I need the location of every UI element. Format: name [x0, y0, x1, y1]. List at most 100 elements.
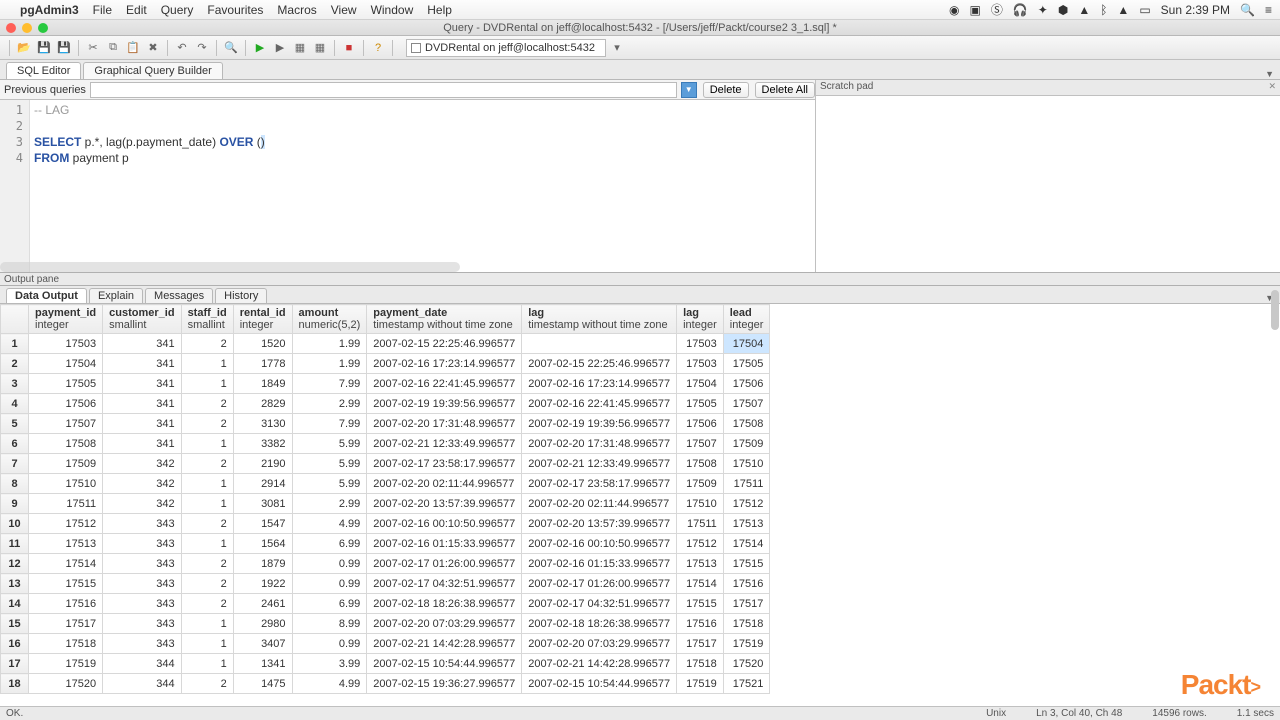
- menu-favourites[interactable]: Favourites: [207, 3, 263, 17]
- grid-cell[interactable]: 5.99: [292, 474, 367, 494]
- zoom-icon[interactable]: [38, 23, 48, 33]
- grid-cell[interactable]: 1922: [233, 574, 292, 594]
- tab-messages[interactable]: Messages: [145, 288, 213, 303]
- grid-cell[interactable]: 17507: [723, 394, 770, 414]
- grid-cell[interactable]: 2: [181, 674, 233, 694]
- grid-cell[interactable]: 7.99: [292, 374, 367, 394]
- grid-cell[interactable]: 1778: [233, 354, 292, 374]
- grid-cell[interactable]: 4.99: [292, 514, 367, 534]
- menu-help[interactable]: Help: [427, 3, 452, 17]
- grid-cell[interactable]: 17506: [29, 394, 103, 414]
- grid-cell[interactable]: [522, 334, 677, 354]
- grid-cell[interactable]: 343: [103, 574, 181, 594]
- undo-button[interactable]: ↶: [173, 39, 191, 57]
- row-header[interactable]: 9: [1, 494, 29, 514]
- execute-button[interactable]: ▶: [251, 39, 269, 57]
- help-button[interactable]: ?: [369, 39, 387, 57]
- column-header[interactable]: payment_idinteger: [29, 305, 103, 334]
- tab-explain[interactable]: Explain: [89, 288, 143, 303]
- grid-cell[interactable]: 343: [103, 634, 181, 654]
- sql-editor[interactable]: 1234 -- LAG SELECT p.*, lag(p.payment_da…: [0, 100, 815, 272]
- grid-cell[interactable]: 341: [103, 414, 181, 434]
- grid-cell[interactable]: 2007-02-17 23:58:17.996577: [522, 474, 677, 494]
- grid-cell[interactable]: 17509: [677, 474, 724, 494]
- grid-cell[interactable]: 1: [181, 434, 233, 454]
- row-header[interactable]: 8: [1, 474, 29, 494]
- row-header[interactable]: 12: [1, 554, 29, 574]
- delete-all-button[interactable]: Delete All: [755, 82, 815, 98]
- explain-analyze-button[interactable]: ▦: [311, 39, 329, 57]
- grid-cell[interactable]: 17504: [677, 374, 724, 394]
- grid-cell[interactable]: 2007-02-16 00:10:50.996577: [522, 534, 677, 554]
- grid-cell[interactable]: 17511: [723, 474, 770, 494]
- grid-cell[interactable]: 2007-02-16 22:41:45.996577: [367, 374, 522, 394]
- grid-cell[interactable]: 1547: [233, 514, 292, 534]
- grid-cell[interactable]: 1: [181, 374, 233, 394]
- grid-cell[interactable]: 2007-02-20 02:11:44.996577: [367, 474, 522, 494]
- grid-cell[interactable]: 2007-02-20 13:57:39.996577: [367, 494, 522, 514]
- grid-cell[interactable]: 3382: [233, 434, 292, 454]
- grid-cell[interactable]: 17512: [723, 494, 770, 514]
- grid-cell[interactable]: 2007-02-16 01:15:33.996577: [367, 534, 522, 554]
- paste-button[interactable]: 📋: [124, 39, 142, 57]
- grid-cell[interactable]: 2: [181, 414, 233, 434]
- row-header[interactable]: 1: [1, 334, 29, 354]
- grid-cell[interactable]: 2007-02-16 00:10:50.996577: [367, 514, 522, 534]
- grid-cell[interactable]: 17519: [677, 674, 724, 694]
- grid-cell[interactable]: 17505: [677, 394, 724, 414]
- row-header[interactable]: 5: [1, 414, 29, 434]
- grid-cell[interactable]: 6.99: [292, 594, 367, 614]
- grid-cell[interactable]: 2007-02-19 19:39:56.996577: [367, 394, 522, 414]
- grid-cell[interactable]: 2007-02-21 12:33:49.996577: [367, 434, 522, 454]
- grid-cell[interactable]: 1475: [233, 674, 292, 694]
- status-wifi-icon[interactable]: ▲: [1117, 3, 1129, 17]
- results-vscroll[interactable]: [1271, 290, 1279, 330]
- grid-cell[interactable]: 17504: [723, 334, 770, 354]
- grid-cell[interactable]: 17518: [29, 634, 103, 654]
- grid-cell[interactable]: 17516: [29, 594, 103, 614]
- grid-cell[interactable]: 2: [181, 574, 233, 594]
- previous-queries-dropdown-icon[interactable]: ▼: [681, 82, 697, 98]
- grid-cell[interactable]: 17510: [29, 474, 103, 494]
- grid-cell[interactable]: 17514: [677, 574, 724, 594]
- column-header[interactable]: rental_idinteger: [233, 305, 292, 334]
- grid-cell[interactable]: 17503: [29, 334, 103, 354]
- grid-cell[interactable]: 17505: [723, 354, 770, 374]
- grid-cell[interactable]: 2007-02-18 18:26:38.996577: [367, 594, 522, 614]
- grid-cell[interactable]: 2007-02-15 10:54:44.996577: [367, 654, 522, 674]
- grid-cell[interactable]: 2007-02-16 01:15:33.996577: [522, 554, 677, 574]
- open-button[interactable]: 📂: [15, 39, 33, 57]
- grid-cell[interactable]: 343: [103, 554, 181, 574]
- menu-file[interactable]: File: [93, 3, 112, 17]
- grid-cell[interactable]: 17516: [677, 614, 724, 634]
- close-icon[interactable]: [6, 23, 16, 33]
- grid-cell[interactable]: 2007-02-17 23:58:17.996577: [367, 454, 522, 474]
- editor-hscroll[interactable]: [0, 262, 460, 272]
- scratch-close-icon[interactable]: ✕: [1268, 81, 1276, 94]
- grid-cell[interactable]: 17513: [723, 514, 770, 534]
- grid-cell[interactable]: 17521: [723, 674, 770, 694]
- results-grid-wrap[interactable]: payment_idintegercustomer_idsmallintstaf…: [0, 304, 1280, 720]
- grid-cell[interactable]: 2007-02-21 14:42:28.996577: [522, 654, 677, 674]
- tab-history[interactable]: History: [215, 288, 267, 303]
- database-dropdown-icon[interactable]: ▾: [608, 39, 626, 57]
- grid-cell[interactable]: 17519: [723, 634, 770, 654]
- grid-cell[interactable]: 2007-02-15 10:54:44.996577: [522, 674, 677, 694]
- grid-cell[interactable]: 3081: [233, 494, 292, 514]
- menu-window[interactable]: Window: [371, 3, 414, 17]
- grid-cell[interactable]: 3.99: [292, 654, 367, 674]
- cut-button[interactable]: ✂: [84, 39, 102, 57]
- grid-cell[interactable]: 2461: [233, 594, 292, 614]
- grid-cell[interactable]: 2007-02-20 17:31:48.996577: [522, 434, 677, 454]
- grid-cell[interactable]: 2007-02-21 14:42:28.996577: [367, 634, 522, 654]
- grid-cell[interactable]: 17507: [29, 414, 103, 434]
- grid-cell[interactable]: 342: [103, 454, 181, 474]
- status-evernote-icon[interactable]: ✦: [1038, 3, 1048, 17]
- save-button[interactable]: 💾: [35, 39, 53, 57]
- grid-cell[interactable]: 341: [103, 434, 181, 454]
- status-record-icon[interactable]: ◉: [949, 3, 959, 17]
- grid-cell[interactable]: 17508: [29, 434, 103, 454]
- delete-button[interactable]: Delete: [703, 82, 749, 98]
- clear-button[interactable]: ✖: [144, 39, 162, 57]
- grid-cell[interactable]: 0.99: [292, 634, 367, 654]
